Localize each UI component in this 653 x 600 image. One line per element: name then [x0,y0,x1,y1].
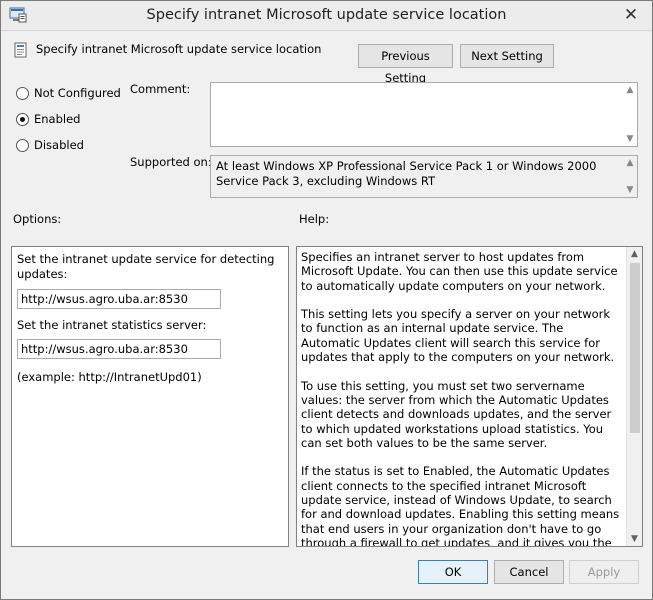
help-paragraph: To use this setting, you must set two se… [301,378,612,450]
scroll-thumb[interactable] [630,263,640,433]
scroll-down-arrow-icon[interactable]: ▼ [623,134,637,144]
next-setting-button[interactable]: Next Setting [460,44,554,68]
comment-textarea[interactable]: ▲ ▼ [210,82,638,147]
radio-button[interactable] [16,138,29,152]
help-paragraph: If the status is set to Enabled, the Aut… [301,464,620,547]
cancel-button[interactable]: Cancel [494,560,564,584]
radio-label: Enabled [34,112,81,126]
supported-on-value: At least Windows XP Professional Service… [216,159,597,188]
help-scrollbar[interactable]: ▲ ▼ [626,247,642,546]
scroll-up-arrow-icon[interactable]: ▲ [623,85,637,95]
close-icon[interactable]: ✕ [616,3,646,27]
radio-button[interactable] [16,112,29,126]
options-pane: Set the intranet update service for dete… [11,246,289,547]
comment-scrollbar[interactable]: ▲ ▼ [623,83,637,146]
detect-server-label: Set the intranet update service for dete… [17,252,275,281]
supported-scrollbar[interactable]: ▲ ▼ [623,156,637,197]
stats-server-input[interactable]: http://wsus.agro.uba.ar:8530 [17,339,221,359]
help-heading: Help: [299,212,330,226]
help-paragraph: This setting lets you specify a server o… [301,307,615,365]
example-text: (example: http://IntranetUpd01) [17,370,202,384]
radio-label: Disabled [34,138,84,152]
stats-server-label: Set the intranet statistics server: [17,318,207,332]
not-configured-radio[interactable]: Not Configured [16,85,121,101]
comment-value [211,83,637,89]
ok-button[interactable]: OK [418,560,488,584]
previous-setting-button[interactable]: Previous Setting [358,44,453,85]
help-paragraph: Specifies an intranet server to host upd… [301,250,618,293]
scroll-up-arrow-icon[interactable]: ▲ [623,158,637,168]
title-bar[interactable]: Specify intranet Microsoft update servic… [1,1,652,31]
help-text: Specifies an intranet server to host upd… [301,250,623,547]
comment-label: Comment: [130,82,191,96]
supported-on-label: Supported on: [130,155,212,169]
policy-dialog-window: Specify intranet Microsoft update servic… [0,0,653,600]
disabled-radio[interactable]: Disabled [16,137,84,153]
scroll-up-arrow-icon[interactable]: ▲ [627,249,642,259]
scroll-down-arrow-icon[interactable]: ▼ [627,534,642,544]
enabled-radio[interactable]: Enabled [16,111,80,127]
options-heading: Options: [13,212,62,226]
window-title: Specify intranet Microsoft update servic… [146,7,507,23]
radio-button[interactable] [16,86,29,100]
radio-label: Not Configured [34,86,121,100]
apply-button[interactable]: Apply [569,560,639,584]
scroll-down-arrow-icon[interactable]: ▼ [623,185,637,195]
policy-name-heading: Specify intranet Microsoft update servic… [36,42,322,56]
supported-on-box[interactable]: At least Windows XP Professional Service… [210,155,638,198]
help-pane[interactable]: Specifies an intranet server to host upd… [296,246,643,547]
detect-server-input[interactable]: http://wsus.agro.uba.ar:8530 [17,289,221,309]
policy-setting-icon [14,42,27,58]
